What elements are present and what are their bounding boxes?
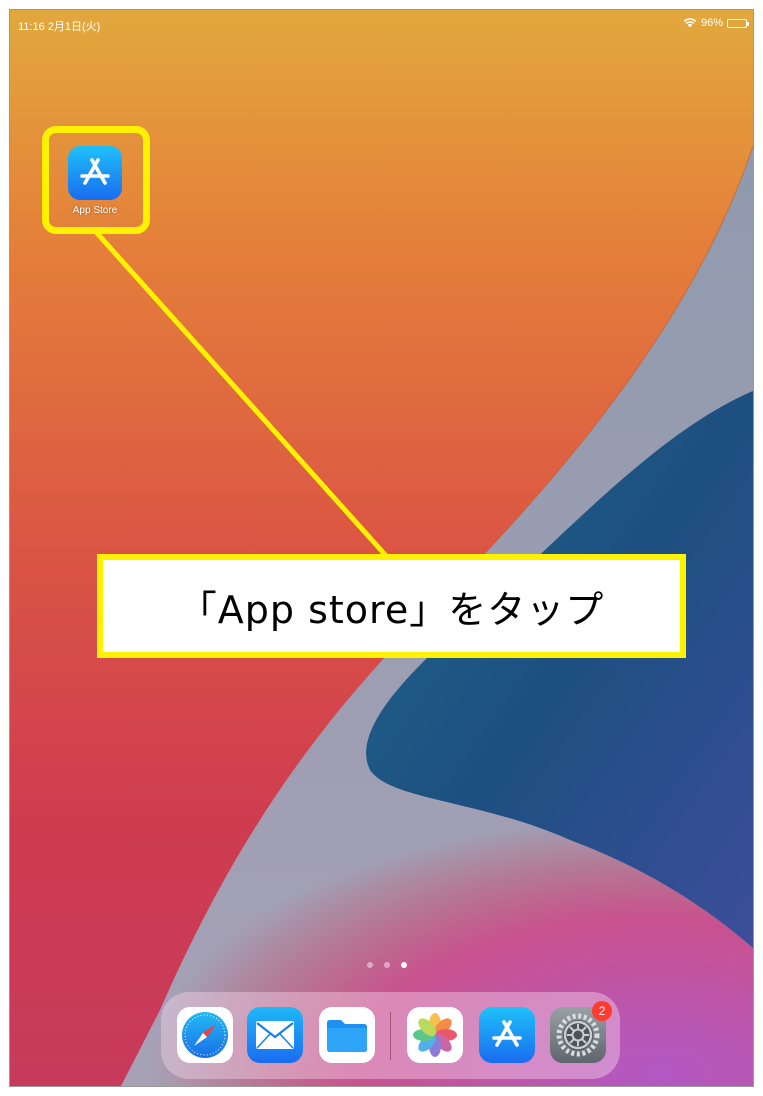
app-store-icon[interactable] [479,1007,535,1063]
battery-nub [747,21,749,26]
page-dot[interactable] [384,962,390,968]
dock-files[interactable] [319,1007,375,1063]
dock-app-store[interactable] [479,1007,535,1063]
app-store-icon[interactable] [68,146,122,200]
dock-mail[interactable] [247,1007,303,1063]
callout-text: 「App store」をタップ [178,587,605,632]
mail-icon[interactable] [247,1007,303,1063]
status-bar: 11:16 2月1日(火) 96% [10,10,753,36]
photos-icon[interactable] [407,1007,463,1063]
notification-badge: 2 [592,1001,612,1021]
home-app-store[interactable]: App Store [66,146,124,216]
wifi-icon [683,18,697,28]
instruction-callout: 「App store」をタップ [97,554,686,658]
status-indicators: 96% [683,17,749,29]
battery-percent: 96% [700,17,723,29]
dock-separator [390,1012,391,1060]
safari-icon[interactable] [177,1007,233,1063]
battery-icon [727,18,749,28]
status-time-date: 11:16 2月1日(火) [18,21,101,33]
page-dot[interactable] [367,962,373,968]
app-store-label: App Store [72,205,118,216]
dock-photos[interactable] [407,1007,463,1063]
page-indicator[interactable] [367,962,407,968]
files-icon[interactable] [319,1007,375,1063]
ipad-screen: 11:16 2月1日(火) 96% App Store 「App store」を… [9,9,754,1087]
dock-safari[interactable] [177,1007,233,1063]
page-dot-active[interactable] [401,962,407,968]
dock: 2 [161,992,620,1079]
dock-settings[interactable]: 2 [550,1001,612,1063]
